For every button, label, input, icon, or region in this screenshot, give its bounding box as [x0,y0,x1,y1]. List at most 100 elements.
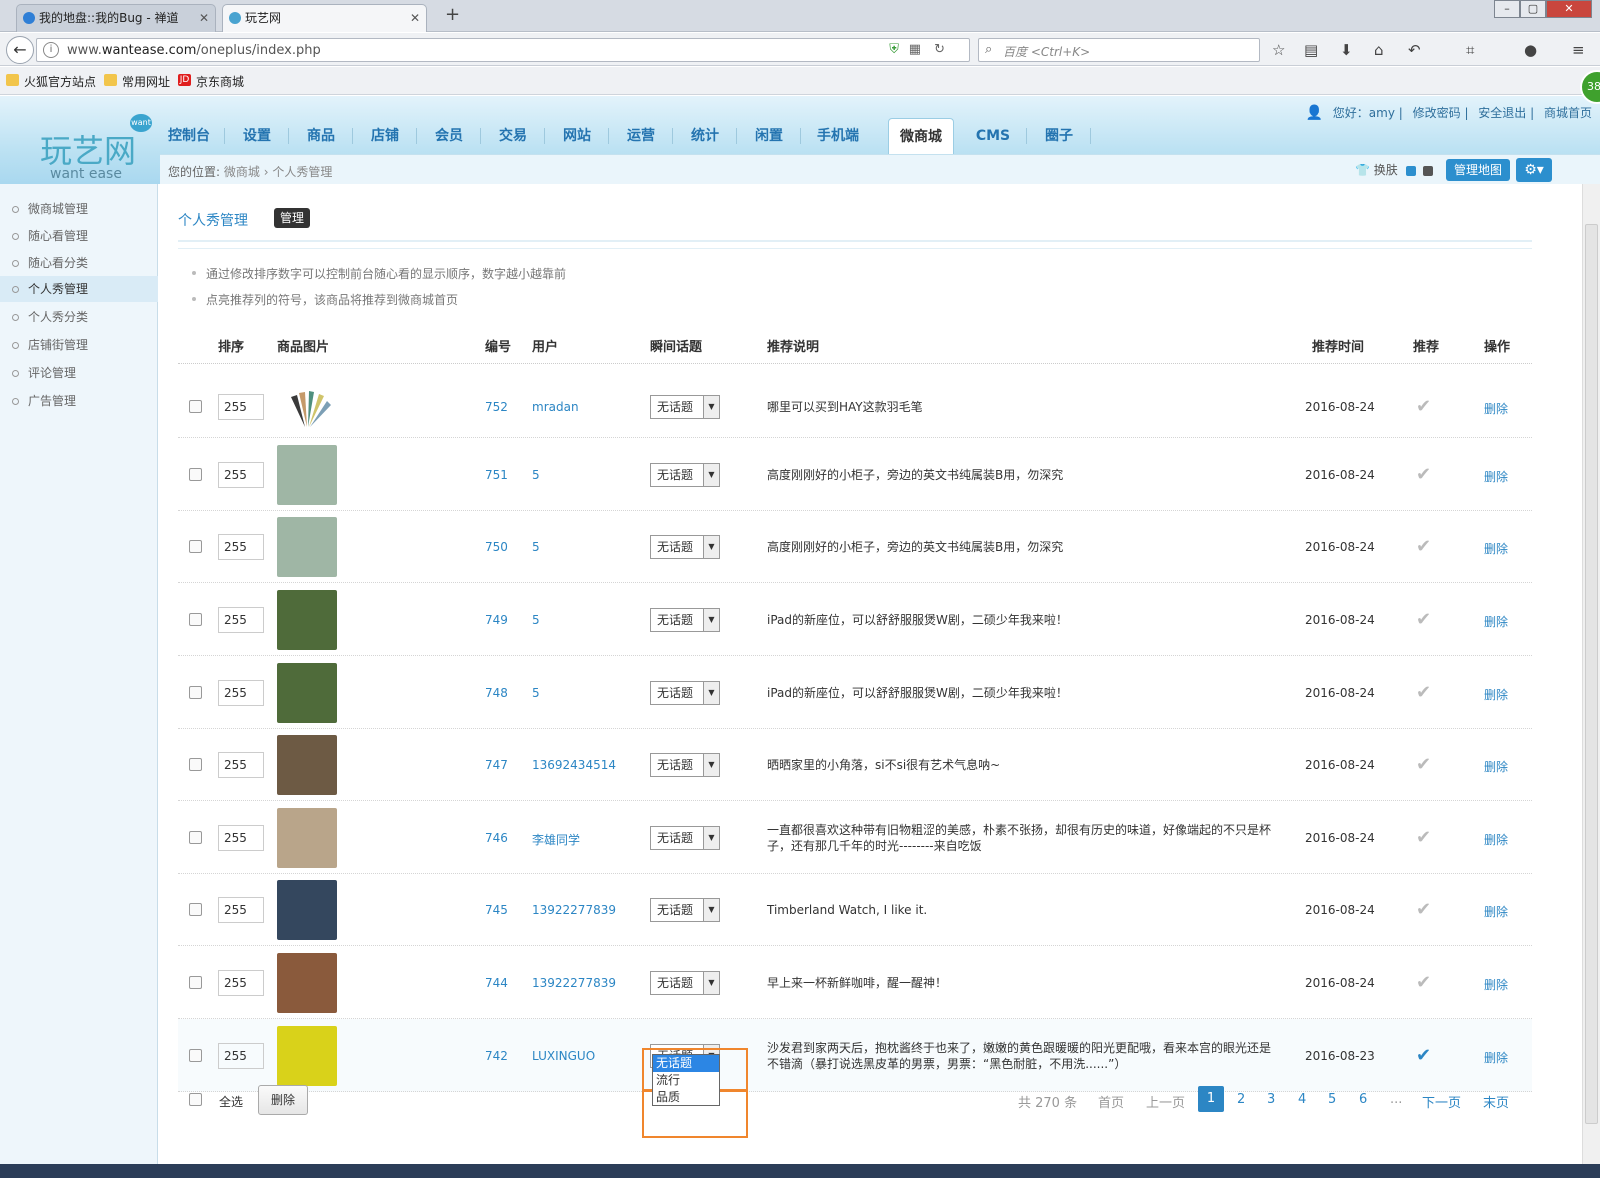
topic-select[interactable]: 无话题 ▼ [650,535,720,559]
item-id[interactable]: 745 [485,903,508,917]
mall-home-link[interactable]: 商城首页 [1544,106,1592,120]
pager-page[interactable]: 3 [1267,1092,1275,1107]
sort-input[interactable]: 255 [218,1042,264,1069]
recommend-check-icon[interactable]: ✔ [1416,396,1431,417]
item-id[interactable]: 746 [485,831,508,845]
nav-website[interactable]: 网站 [546,118,608,154]
nav-circle[interactable]: 圈子 [1028,118,1090,154]
row-checkbox[interactable] [189,685,202,699]
delete-link[interactable]: 删除 [1484,1049,1508,1066]
item-id[interactable]: 747 [485,758,508,772]
row-checkbox[interactable] [189,400,202,413]
sort-input[interactable]: 255 [218,752,264,778]
item-user[interactable]: 5 [532,540,540,554]
topic-select[interactable]: 无话题 ▼ [650,462,720,487]
sidebar-item-show-category[interactable]: 个人秀分类 [0,304,158,330]
item-user[interactable]: 5 [532,686,540,700]
topic-select[interactable]: 无话题 ▼ [650,898,720,922]
nav-operations[interactable]: 运营 [610,118,672,154]
dropdown-option[interactable]: 无话题 [653,1055,719,1072]
pager-page[interactable]: 4 [1298,1092,1306,1107]
pager-last[interactable]: 末页 [1483,1092,1509,1111]
nav-goods[interactable]: 商品 [290,118,352,154]
nav-trade[interactable]: 交易 [482,118,544,154]
item-user[interactable]: 13922277839 [532,976,616,990]
nav-console[interactable]: 控制台 [160,118,218,154]
nav-mobile[interactable]: 手机端 [802,118,874,154]
reader-icon[interactable]: ▤ [1304,41,1318,59]
item-id[interactable]: 742 [485,1049,508,1063]
nav-members[interactable]: 会员 [418,118,480,154]
sidebar-item-browse-category[interactable]: 随心看分类 [0,250,158,276]
info-icon[interactable]: i [43,42,59,58]
gear-icon[interactable]: ⚙▾ [1516,158,1552,182]
sort-input[interactable]: 255 [218,824,264,851]
manage-tab[interactable]: 管理 [274,208,311,228]
scrollbar-thumb[interactable] [1585,224,1598,1124]
search-field[interactable]: ⌕ 百度 <Ctrl+K> [978,38,1260,62]
sidebar-item-mall[interactable]: 微商城管理 [0,196,158,222]
item-id[interactable]: 751 [485,468,508,482]
pager-prev[interactable]: 上一页 [1146,1092,1185,1111]
item-user[interactable]: 5 [532,613,540,627]
item-user[interactable]: mradan [532,400,579,414]
item-id[interactable]: 750 [485,540,508,554]
logo[interactable]: 玩艺网 want ease want [0,96,160,184]
url-bar[interactable]: i www.wantease.com/oneplus/index.php ⛨ ▦… [36,38,970,62]
sort-input[interactable]: 255 [218,534,264,560]
download-icon[interactable]: ⬇ [1340,41,1353,59]
row-checkbox[interactable] [189,540,202,553]
topic-select[interactable]: 无话题 ▼ [650,607,720,632]
delete-link[interactable]: 删除 [1484,686,1508,703]
close-icon[interactable]: ✕ [199,5,209,31]
item-id[interactable]: 744 [485,976,508,990]
row-checkbox[interactable] [189,758,202,771]
bookmark-common[interactable]: 常用网址 [104,73,170,90]
topic-select[interactable]: 无话题 ▼ [650,970,720,995]
sidebar-item-show[interactable]: 个人秀管理 [0,276,158,302]
sort-input[interactable]: 255 [218,606,264,633]
recommend-check-icon[interactable]: ✔ [1416,827,1431,848]
nav-stats[interactable]: 统计 [674,118,736,154]
recommend-check-icon[interactable]: ✔ [1416,682,1431,703]
recommend-check-icon[interactable]: ✔ [1416,972,1431,993]
delete-link[interactable]: 删除 [1484,903,1508,920]
reload-icon[interactable]: ↻ [934,42,945,57]
delete-link[interactable]: 删除 [1484,758,1508,775]
sort-input[interactable]: 255 [218,897,264,923]
sidebar-item-street[interactable]: 店铺街管理 [0,332,158,358]
item-user[interactable]: 13922277839 [532,903,616,917]
pager-page[interactable]: 5 [1328,1092,1336,1107]
sort-input[interactable]: 255 [218,461,264,488]
row-checkbox[interactable] [189,903,202,916]
dropdown-option[interactable]: 流行 [653,1072,719,1089]
dropdown-option[interactable]: 品质 [653,1089,719,1106]
pager-first[interactable]: 首页 [1098,1092,1124,1111]
topic-select[interactable]: 无话题 ▼ [650,753,720,777]
back-arrow-icon[interactable]: ← [6,36,34,64]
pager-page[interactable]: 2 [1237,1092,1245,1107]
delete-link[interactable]: 删除 [1484,613,1508,630]
recommend-check-icon[interactable]: ✔ [1416,464,1431,485]
change-password-link[interactable]: 修改密码 [1413,106,1461,120]
pager-page[interactable]: 6 [1359,1092,1367,1107]
skin-dark[interactable] [1423,165,1434,176]
sidebar-item-comments[interactable]: 评论管理 [0,360,158,386]
bookmark-star-icon[interactable]: ☆ [1272,41,1285,59]
nav-cms[interactable]: CMS [960,118,1026,154]
close-icon[interactable]: ✕ [410,5,420,31]
maximize-button[interactable]: ▢ [1520,0,1546,18]
pager-next[interactable]: 下一页 [1422,1092,1461,1111]
nav-settings[interactable]: 设置 [226,118,288,154]
topic-select[interactable]: 无话题 ▼ [650,825,720,850]
recommend-check-icon[interactable]: ✔ [1416,609,1431,630]
undo-icon[interactable]: ↶ [1408,41,1421,59]
sort-input[interactable]: 255 [218,969,264,996]
topic-select[interactable]: 无话题 ▼ [650,395,720,419]
window-close-button[interactable]: ✕ [1546,0,1592,18]
item-user[interactable]: 5 [532,468,540,482]
row-checkbox[interactable] [189,1048,202,1062]
nav-idle[interactable]: 闲置 [738,118,800,154]
row-checkbox[interactable] [189,830,202,844]
item-user[interactable]: LUXINGUO [532,1049,595,1063]
